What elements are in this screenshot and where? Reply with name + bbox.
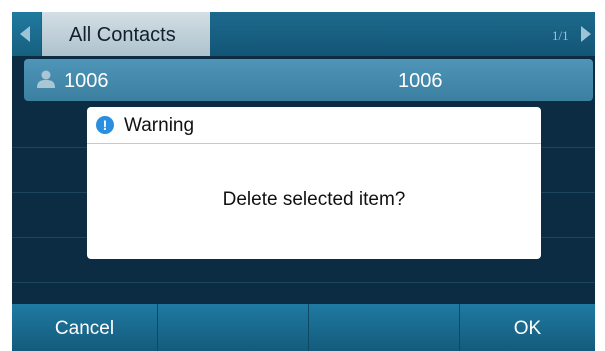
dialog-title: Warning (124, 115, 195, 136)
triangle-left-icon (20, 26, 30, 42)
cancel-button[interactable]: Cancel (12, 304, 158, 351)
person-icon (37, 70, 55, 88)
contact-number: 1006 (398, 70, 443, 92)
tab-bar: All Contacts 1/1 (12, 12, 595, 56)
ok-button[interactable]: OK (460, 304, 595, 351)
phone-bezel: All Contacts 1/1 1006 1006 ! Warning Del… (0, 0, 605, 351)
nav-left-button[interactable] (12, 12, 41, 56)
softkey-label: OK (513, 318, 542, 339)
page-indicator: 1/1 (552, 28, 569, 43)
nav-right-button[interactable] (579, 12, 595, 56)
softkey-3[interactable] (309, 304, 460, 351)
contact-row[interactable]: 1006 1006 (24, 59, 593, 101)
softkey-2[interactable] (158, 304, 309, 351)
list-divider (12, 282, 595, 283)
dialog-header: ! Warning (87, 107, 541, 144)
softkey-bar: Cancel OK (12, 304, 595, 351)
tab-label: All Contacts (69, 24, 176, 46)
triangle-right-icon (581, 26, 591, 42)
info-icon: ! (96, 116, 114, 134)
softkey-label: Cancel (54, 318, 115, 339)
dialog-message: Delete selected item? (222, 189, 406, 210)
contact-name: 1006 (64, 70, 109, 92)
tab-all-contacts[interactable]: All Contacts (42, 12, 210, 56)
warning-dialog: ! Warning Delete selected item? (87, 107, 541, 259)
phone-screen: All Contacts 1/1 1006 1006 ! Warning Del… (12, 12, 595, 351)
